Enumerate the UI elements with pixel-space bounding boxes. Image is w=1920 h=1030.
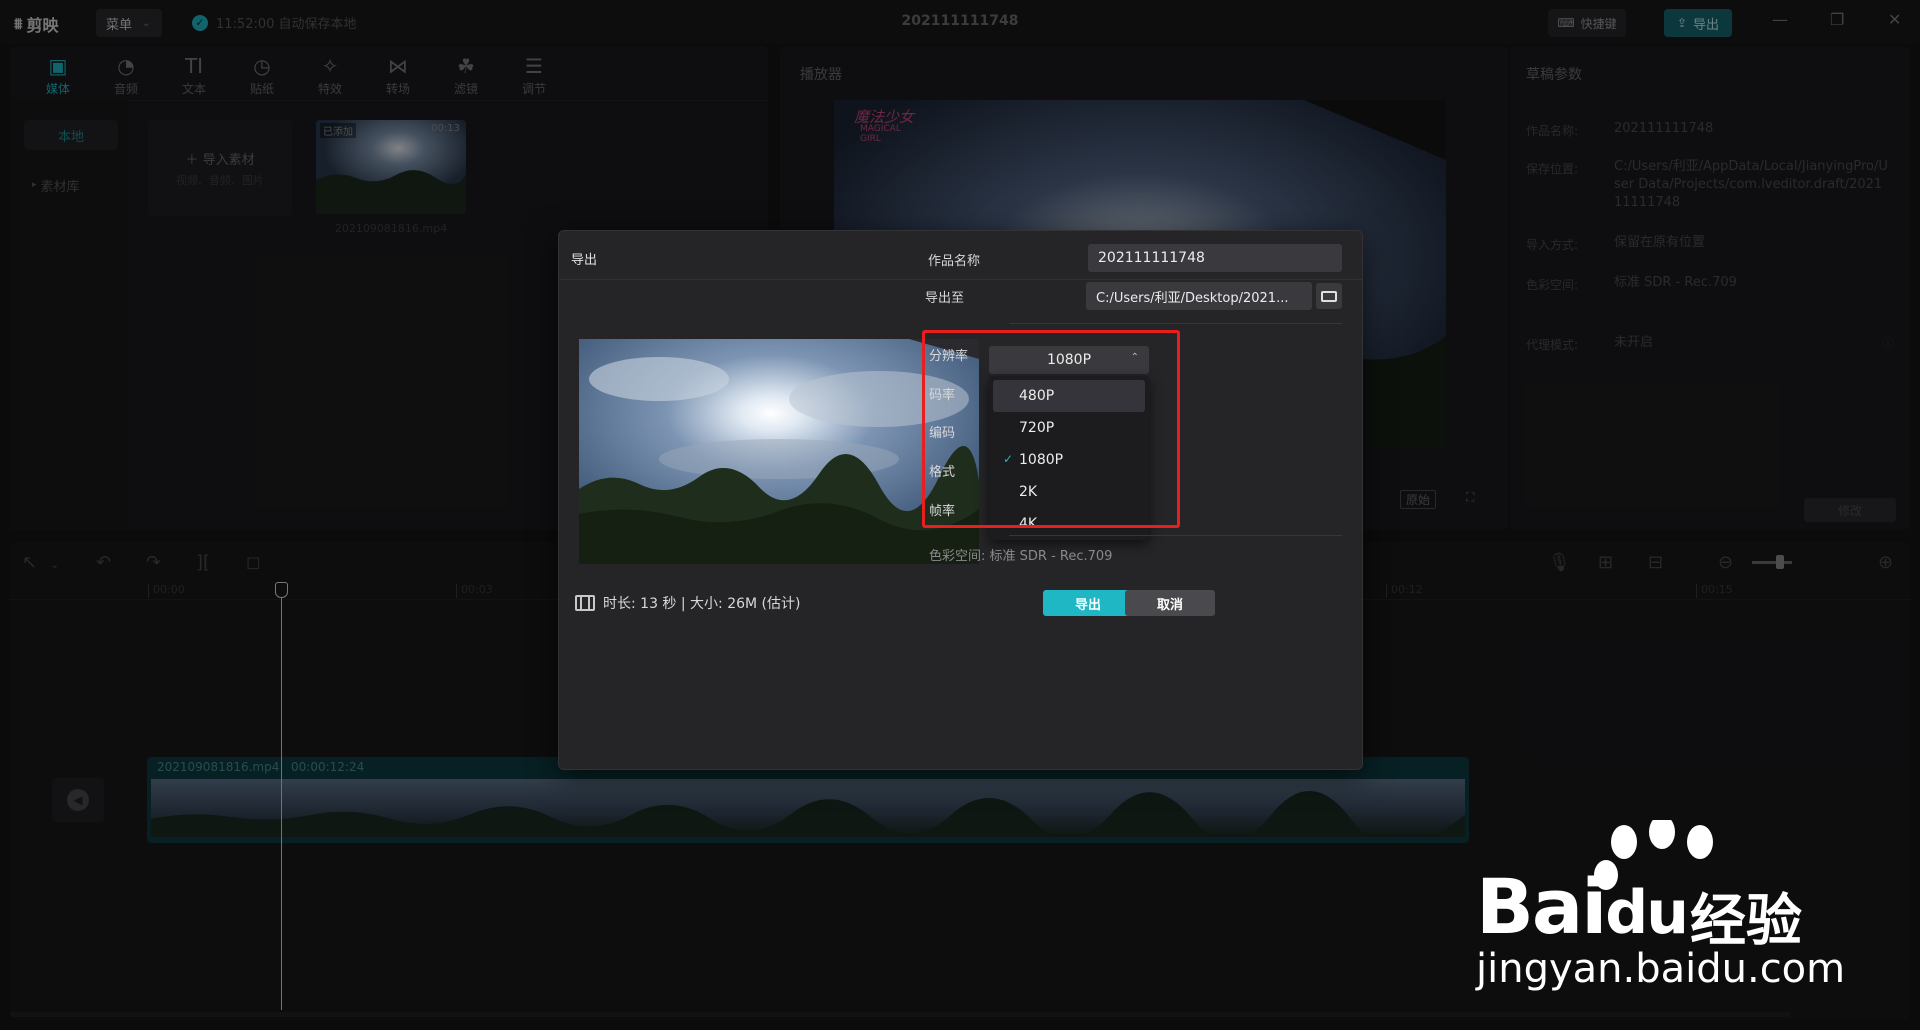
folder-icon <box>1321 290 1337 302</box>
export-button[interactable]: 导出 <box>1043 590 1133 616</box>
divider <box>1009 323 1342 324</box>
watermark-brand-bai: Bai <box>1476 862 1607 951</box>
dialog-title: 导出 <box>571 253 598 268</box>
divider <box>1009 535 1342 536</box>
export-summary: 时长: 13 秒 | 大小: 26M (估计) <box>575 593 800 613</box>
name-field[interactable]: 202111111748 <box>1088 244 1342 272</box>
divider <box>559 279 1362 280</box>
path-label: 导出至 <box>925 291 965 306</box>
watermark-brand: Baidu <box>1476 862 1689 951</box>
watermark-cn: 经验 <box>1690 889 1802 954</box>
watermark-brand-du: du <box>1605 878 1689 948</box>
watermark-url: jingyan.baidu.com <box>1476 946 1846 992</box>
cancel-button[interactable]: 取消 <box>1125 590 1215 616</box>
annotation-highlight-box <box>922 330 1180 528</box>
export-preview <box>579 339 979 564</box>
name-label: 作品名称 <box>928 254 981 269</box>
export-summary-text: 时长: 13 秒 | 大小: 26M (估计) <box>603 596 801 612</box>
path-field[interactable]: C:/Users/利亚/Desktop/2021... <box>1086 282 1312 310</box>
folder-button[interactable] <box>1316 283 1342 309</box>
colorspace-info: 色彩空间: 标准 SDR - Rec.709 <box>929 549 1113 564</box>
path-value: C:/Users/利亚/Desktop/2021... <box>1096 290 1289 306</box>
film-icon <box>575 595 595 611</box>
export-preview-image <box>579 339 979 564</box>
export-dialog: 导出 作品名称 202111111748 导出至 C:/Users/利亚/Des… <box>558 230 1363 770</box>
name-value: 202111111748 <box>1098 250 1205 266</box>
